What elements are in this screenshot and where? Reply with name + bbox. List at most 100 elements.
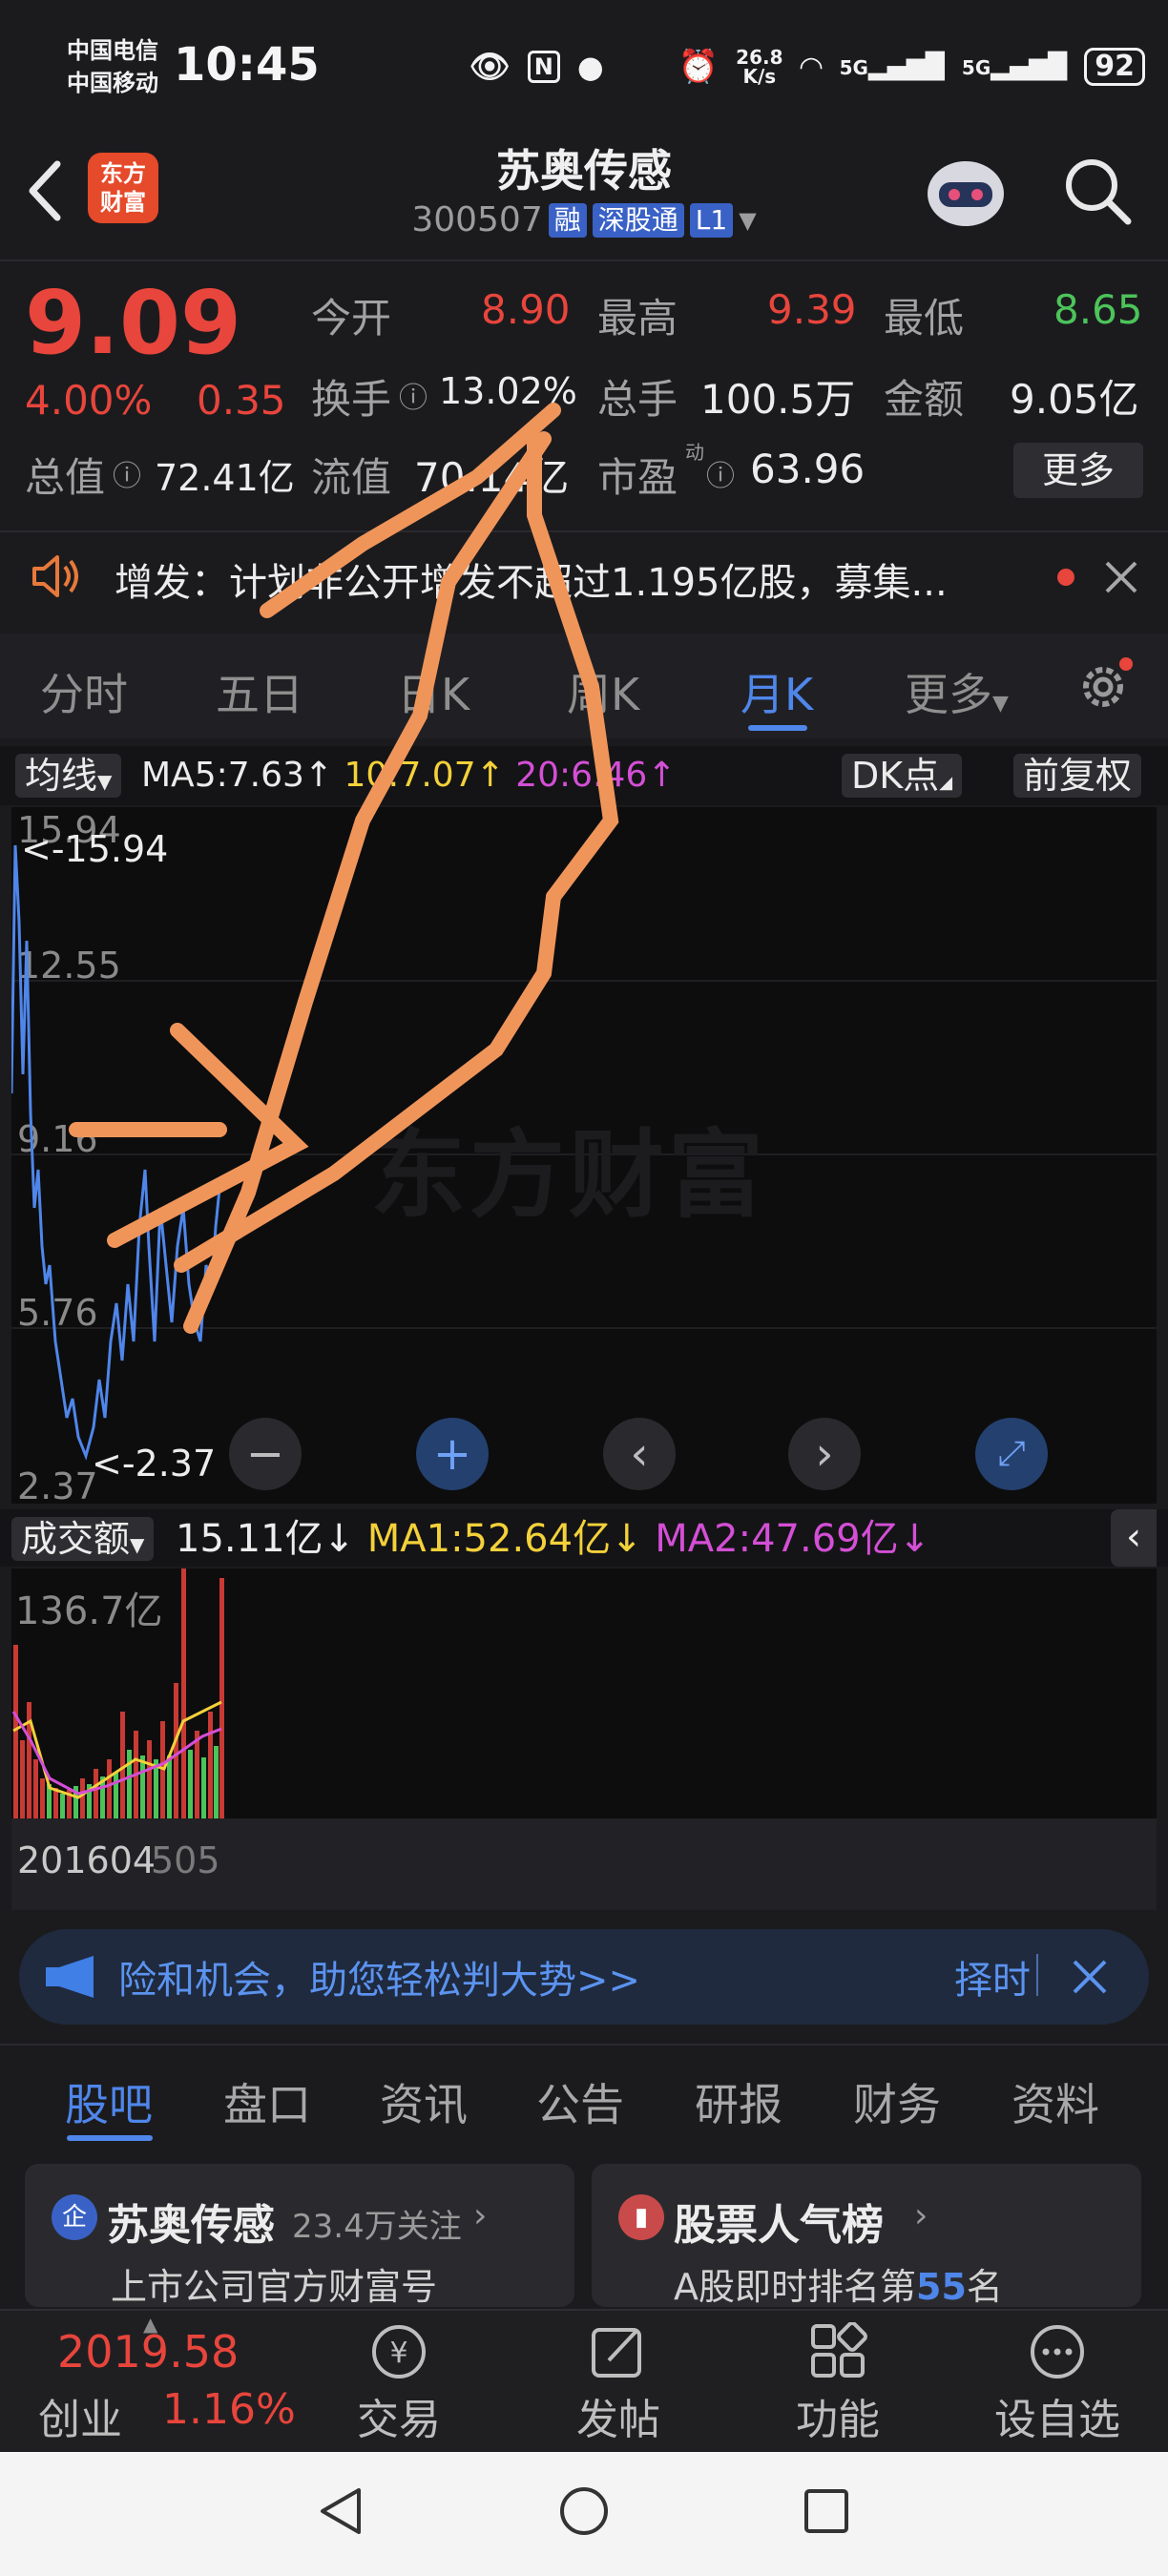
date-start-label: 201604 xyxy=(17,1839,156,1881)
active-tab-indicator xyxy=(748,725,807,731)
nfc-icon: N xyxy=(527,51,560,83)
close-notice-button[interactable] xyxy=(1099,555,1143,603)
trade-icon: ¥ xyxy=(313,2318,485,2385)
index-change-pct: 1.16% xyxy=(162,2385,296,2434)
signal-2: 5G▂▄▆█ xyxy=(961,52,1068,81)
tab-news[interactable]: 资讯 xyxy=(380,2070,468,2133)
wifi-icon: ◠ xyxy=(800,50,823,84)
hand-drawn-annotation xyxy=(69,403,619,1334)
megaphone-icon xyxy=(44,1952,103,2005)
tab-announcements[interactable]: 公告 xyxy=(536,2070,624,2133)
close-icon xyxy=(1105,561,1137,593)
nav-functions[interactable]: 功能 xyxy=(752,2318,924,2446)
min-price-marker: <-2.37 xyxy=(92,1443,217,1485)
gear-icon xyxy=(1083,657,1133,707)
tab-guba[interactable]: 股吧 xyxy=(65,2070,153,2133)
adjust-selector[interactable]: 前复权 xyxy=(1013,754,1142,798)
chevron-right-icon: › xyxy=(914,2196,928,2235)
enterprise-badge-icon: 企 xyxy=(52,2194,97,2240)
grid-icon xyxy=(752,2318,924,2385)
back-button[interactable] xyxy=(21,153,71,229)
company-followers: 23.4万关注 xyxy=(292,2208,462,2246)
scroll-left-button[interactable]: ‹ xyxy=(603,1418,676,1490)
tab-profile[interactable]: 资料 xyxy=(1012,2070,1099,2133)
alarm-icon: ⏰ xyxy=(678,48,720,86)
scroll-right-button[interactable]: › xyxy=(788,1418,861,1490)
robot-avatar-icon[interactable] xyxy=(918,148,1013,234)
tab-order-book[interactable]: 盘口 xyxy=(223,2070,311,2133)
carrier-info: 中国电信 中国移动 xyxy=(67,34,158,99)
system-recents-button[interactable] xyxy=(800,2484,853,2542)
fullscreen-button[interactable]: ⤢ xyxy=(975,1418,1048,1490)
banner-action[interactable]: 择时 xyxy=(954,1949,1031,2005)
volume-value: 15.11亿↓ xyxy=(176,1517,356,1561)
company-card-title: 苏奥传感 xyxy=(107,2201,275,2250)
divider xyxy=(1036,1954,1038,1996)
open-value: 8.90 xyxy=(481,286,571,333)
last-price: 9.09 xyxy=(25,272,241,374)
chevron-right-icon: › xyxy=(473,2196,488,2235)
dropdown-triangle-icon: ▼ xyxy=(739,206,757,234)
nav-post[interactable]: 发帖 xyxy=(532,2318,704,2446)
circle-home-icon xyxy=(560,2487,608,2535)
close-icon xyxy=(1073,1960,1107,1994)
low-label: 最低 xyxy=(884,295,965,342)
back-arrow-icon xyxy=(29,160,61,221)
unread-dot xyxy=(1057,569,1074,586)
more-dots-icon xyxy=(971,2318,1143,2385)
volume-bars xyxy=(11,1568,224,1818)
triangle-back-icon xyxy=(321,2488,361,2534)
chevron-up-icon: ▲ xyxy=(143,2313,158,2336)
collapse-panel-button[interactable]: ‹ xyxy=(1111,1509,1157,1567)
zoom-out-button[interactable]: − xyxy=(229,1418,302,1490)
low-value: 8.65 xyxy=(1053,286,1143,333)
square-recents-icon xyxy=(804,2489,848,2533)
volume-values: 15.11亿↓ MA1:52.64亿↓ MA2:47.69亿↓ xyxy=(176,1517,930,1561)
popularity-card-title: 股票人气榜 xyxy=(674,2201,884,2250)
amount-label: 金额 xyxy=(884,376,965,423)
index-name[interactable]: 创业 xyxy=(38,2385,122,2446)
eye-icon: 👁 xyxy=(469,48,511,86)
volume-selector[interactable]: 成交额▼ xyxy=(11,1517,155,1561)
high-label: 最高 xyxy=(597,295,678,342)
open-label: 今开 xyxy=(311,295,392,342)
net-speed: 26.8 K/s xyxy=(736,46,783,88)
nav-add-watchlist[interactable]: 设自选 xyxy=(971,2318,1143,2446)
connect-tag: 深股通 xyxy=(592,202,684,238)
tab-monthly-k[interactable]: 月K xyxy=(740,660,813,723)
tab-research[interactable]: 研报 xyxy=(695,2070,782,2133)
company-card-subtitle: 上市公司官方财富号 xyxy=(111,2266,438,2308)
app-logo[interactable]: 东方 财富 xyxy=(88,153,158,223)
close-banner-button[interactable] xyxy=(1069,1956,1111,2002)
nav-trade[interactable]: ¥ 交易 xyxy=(313,2318,485,2446)
more-quote-button[interactable]: 更多 xyxy=(1013,443,1143,498)
ranking-chart-icon: ▮ xyxy=(618,2194,664,2240)
banner-text[interactable]: 险和机会，助您轻松判大势>> xyxy=(118,1949,640,2005)
carrier-1: 中国电信 xyxy=(67,37,158,64)
edit-icon xyxy=(532,2318,704,2385)
tab-more[interactable]: 更多▼ xyxy=(905,660,1009,723)
wechat-icon: ● xyxy=(576,49,604,85)
clock: 10:45 xyxy=(174,38,320,92)
search-button[interactable] xyxy=(1059,153,1136,229)
divider xyxy=(0,260,1168,261)
tab-financials[interactable]: 财务 xyxy=(853,2070,941,2133)
stock-name: 苏奥传感 xyxy=(496,145,672,197)
battery-indicator: 92 xyxy=(1084,48,1145,86)
system-home-button[interactable] xyxy=(557,2484,611,2542)
signal-1: 5G▂▄▆█ xyxy=(839,52,945,81)
popularity-card-subtitle: A股即时排名第55名 xyxy=(674,2266,1003,2308)
level-tag: L1 xyxy=(689,202,734,238)
carrier-2: 中国移动 xyxy=(67,70,158,96)
zoom-in-button[interactable]: + xyxy=(416,1418,489,1490)
stock-code: 300507 xyxy=(411,200,543,239)
stock-code-row[interactable]: 300507 融 深股通 L1 ▼ xyxy=(393,200,775,239)
high-value: 9.39 xyxy=(767,286,857,333)
chart-settings-button[interactable] xyxy=(1073,656,1134,721)
date-end-label: 505 xyxy=(151,1839,220,1881)
search-icon xyxy=(1066,159,1132,225)
margin-tag: 融 xyxy=(548,202,587,238)
system-back-button[interactable] xyxy=(315,2484,368,2542)
svg-text:¥: ¥ xyxy=(389,2337,407,2370)
dk-point-button[interactable]: DK点◢ xyxy=(842,754,963,798)
